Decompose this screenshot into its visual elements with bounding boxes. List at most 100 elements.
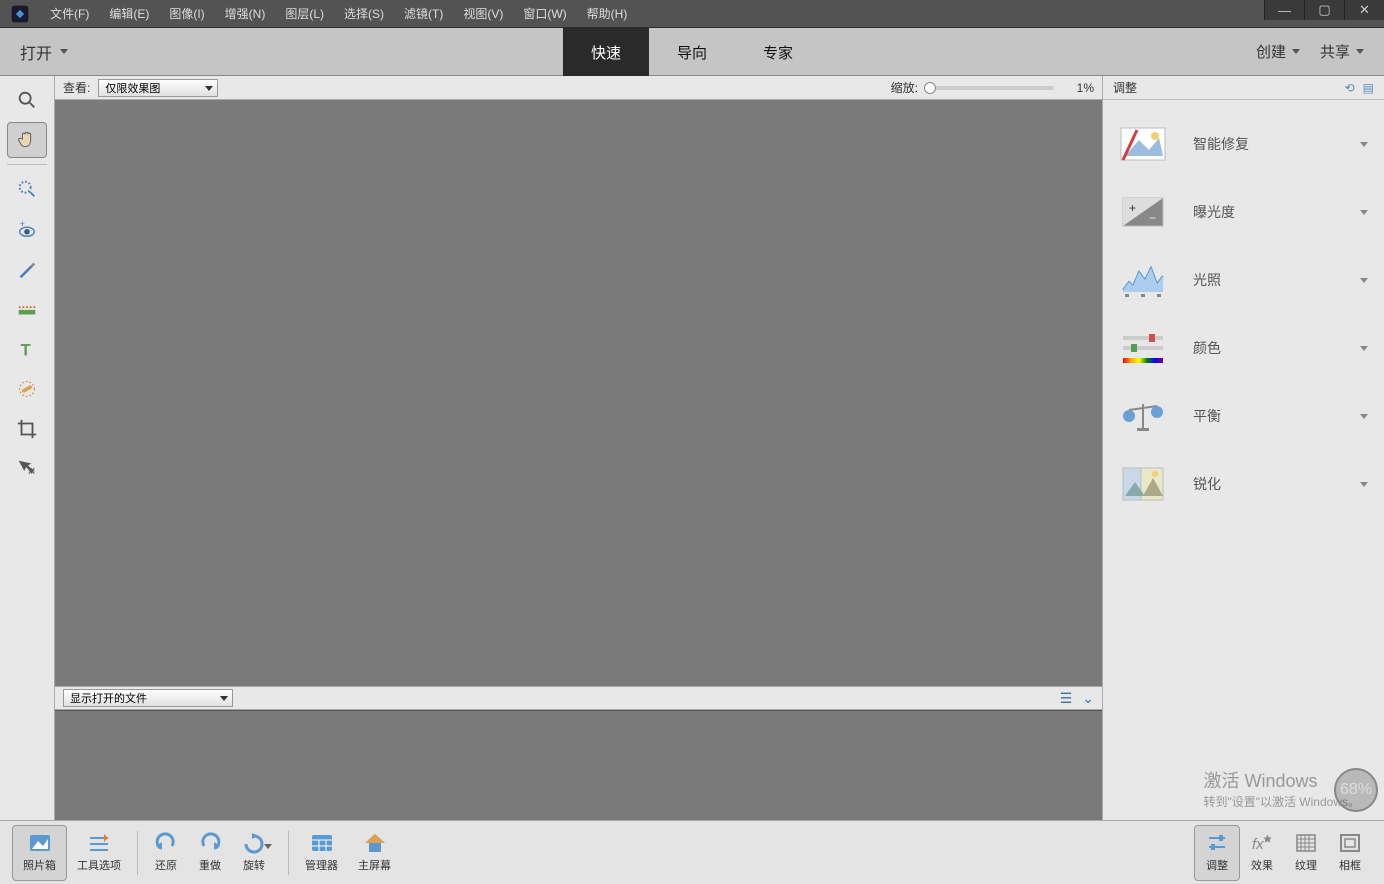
adjust-label: 颜色 [1193, 338, 1334, 358]
spot-heal-tool[interactable] [7, 371, 47, 407]
menu-file[interactable]: 文件(F) [40, 0, 99, 28]
view-dropdown-value: 仅限效果图 [105, 80, 160, 96]
tool-palette: + T [0, 76, 55, 820]
collapse-icon[interactable]: ⌄ [1082, 690, 1094, 707]
menu-edit[interactable]: 编辑(E) [99, 0, 159, 28]
organizer-button[interactable]: 管理器 [295, 825, 348, 881]
tab-guided[interactable]: 导向 [649, 28, 735, 76]
adjust-label: 光照 [1193, 270, 1334, 290]
zoom-group: 缩放: 1% [891, 79, 1094, 96]
zoom-tool[interactable] [7, 82, 47, 118]
adjust-color[interactable]: 颜色 [1103, 314, 1384, 382]
adjustments-header: 调整 ⟲ ▤ [1103, 76, 1384, 100]
adjust-sharpen[interactable]: 锐化 [1103, 450, 1384, 518]
chevron-down-icon [1360, 346, 1368, 351]
open-label: 打开 [20, 40, 52, 64]
menu-help[interactable]: 帮助(H) [577, 0, 638, 28]
menu-view[interactable]: 视图(V) [453, 0, 513, 28]
reset-icon[interactable]: ⟲ [1345, 81, 1355, 95]
adjust-exposure[interactable]: +− 曝光度 [1103, 178, 1384, 246]
bb-label: 照片箱 [23, 857, 56, 873]
tab-quick[interactable]: 快速 [563, 28, 649, 76]
move-tool[interactable] [7, 451, 47, 487]
sharpen-icon [1119, 464, 1167, 504]
mode-tabs: 快速 导向 专家 [563, 28, 821, 76]
open-files-dropdown-value: 显示打开的文件 [70, 690, 147, 706]
panel-menu-icon[interactable]: ▤ [1363, 81, 1374, 95]
svg-text:T: T [21, 341, 31, 359]
chevron-down-icon [1356, 49, 1364, 54]
home-button[interactable]: 主屏幕 [348, 825, 401, 881]
share-label: 共享 [1320, 41, 1350, 62]
zoom-slider-thumb[interactable] [924, 82, 936, 94]
adjust-label: 曝光度 [1193, 202, 1334, 222]
zoom-label: 缩放: [891, 79, 918, 96]
center-column: 查看: 仅限效果图 缩放: 1% 显示打开的文件 ☰ ⌄ [55, 76, 1102, 820]
bb-label: 纹理 [1295, 857, 1317, 873]
separator [7, 164, 47, 165]
list-view-icon[interactable]: ☰ [1060, 690, 1073, 707]
svg-text:−: − [1149, 211, 1156, 225]
adjust-lighting[interactable]: 光照 [1103, 246, 1384, 314]
menu-select[interactable]: 选择(S) [334, 0, 394, 28]
chevron-down-icon [60, 49, 68, 54]
bb-label: 效果 [1251, 857, 1273, 873]
bb-label: 管理器 [305, 857, 338, 873]
redeye-tool[interactable]: + [7, 211, 47, 247]
adjust-balance[interactable]: 平衡 [1103, 382, 1384, 450]
menu-layer[interactable]: 图层(L) [275, 0, 334, 28]
create-button[interactable]: 创建 [1256, 41, 1300, 62]
separator [137, 831, 138, 875]
adjustments-list: 智能修复 +− 曝光度 光照 颜色 平衡 [1103, 100, 1384, 528]
photo-tray[interactable] [55, 710, 1102, 820]
bottom-bar: 照片箱 工具选项 还原 重做 旋转 管理器 主屏幕 调整 fx 效果 纹 [0, 820, 1384, 884]
whiten-tool[interactable] [7, 251, 47, 287]
file-bar: 显示打开的文件 ☰ ⌄ [55, 686, 1102, 710]
balance-icon [1119, 396, 1167, 436]
menu-window[interactable]: 窗口(W) [513, 0, 576, 28]
content-area: + T 查看: 仅限效果图 缩放: 1% 显示打开的文件 ☰ [0, 76, 1384, 820]
quick-select-tool[interactable] [7, 171, 47, 207]
photo-bin-button[interactable]: 照片箱 [12, 825, 67, 881]
effects-tab-button[interactable]: fx 效果 [1240, 825, 1284, 881]
share-button[interactable]: 共享 [1320, 41, 1364, 62]
menu-filter[interactable]: 滤镜(T) [394, 0, 453, 28]
bb-label: 重做 [199, 857, 221, 873]
tab-expert[interactable]: 专家 [735, 28, 821, 76]
frames-tab-button[interactable]: 相框 [1328, 825, 1372, 881]
rotate-button[interactable]: 旋转 [232, 825, 282, 881]
canvas-area[interactable] [55, 100, 1102, 686]
undo-button[interactable]: 还原 [144, 825, 188, 881]
open-button[interactable]: 打开 [20, 40, 68, 64]
lighting-icon [1119, 260, 1167, 300]
chevron-down-icon [1360, 414, 1368, 419]
hand-tool[interactable] [7, 122, 47, 158]
smart-fix-icon [1119, 124, 1167, 164]
menu-image[interactable]: 图像(I) [159, 0, 214, 28]
bb-label: 还原 [155, 857, 177, 873]
zoom-slider[interactable] [924, 86, 1054, 90]
menu-enhance[interactable]: 增强(N) [215, 0, 276, 28]
maximize-button[interactable]: ▢ [1304, 0, 1344, 20]
bb-label: 调整 [1206, 857, 1228, 873]
adjust-label: 平衡 [1193, 406, 1334, 426]
menu-bar: 文件(F) 编辑(E) 图像(I) 增强(N) 图层(L) 选择(S) 滤镜(T… [40, 0, 637, 28]
redo-button[interactable]: 重做 [188, 825, 232, 881]
view-dropdown[interactable]: 仅限效果图 [98, 79, 218, 97]
straighten-tool[interactable] [7, 291, 47, 327]
tool-options-button[interactable]: 工具选项 [67, 825, 131, 881]
open-files-dropdown[interactable]: 显示打开的文件 [63, 689, 233, 707]
chevron-down-icon [1360, 210, 1368, 215]
text-tool[interactable]: T [7, 331, 47, 367]
crop-tool[interactable] [7, 411, 47, 447]
adjustments-tab-button[interactable]: 调整 [1194, 825, 1240, 881]
close-button[interactable]: ✕ [1344, 0, 1384, 20]
textures-tab-button[interactable]: 纹理 [1284, 825, 1328, 881]
minimize-button[interactable]: — [1264, 0, 1304, 20]
create-label: 创建 [1256, 41, 1286, 62]
bb-label: 旋转 [243, 857, 265, 873]
adjust-smart-fix[interactable]: 智能修复 [1103, 110, 1384, 178]
bb-label: 主屏幕 [358, 857, 391, 873]
bb-label: 工具选项 [77, 857, 121, 873]
chevron-down-icon [1360, 278, 1368, 283]
